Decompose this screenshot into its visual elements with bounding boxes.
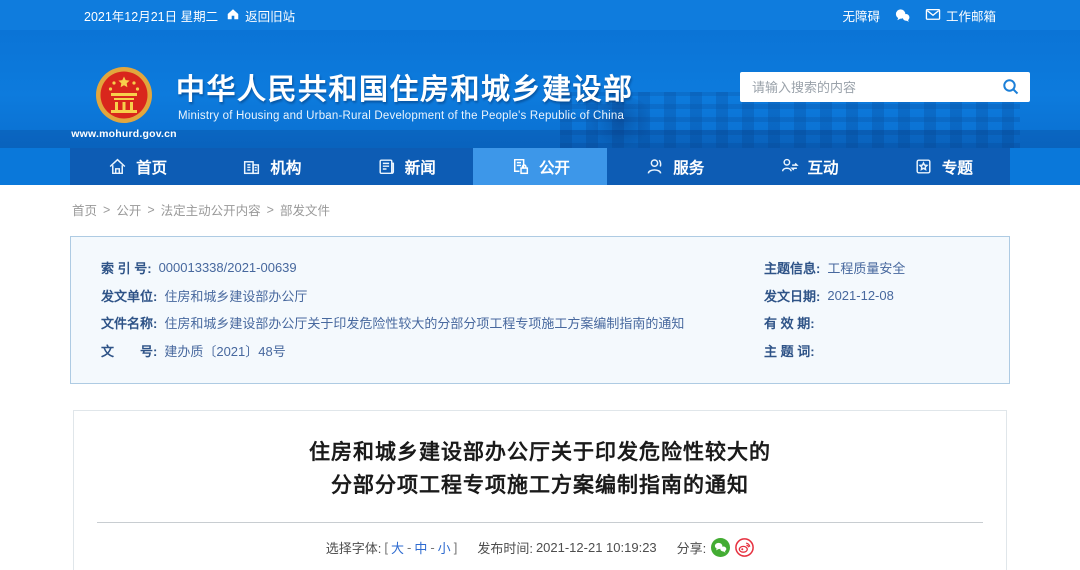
article-title-line2: 分部分项工程专项施工方案编制指南的通知 <box>331 474 749 497</box>
site-title: 中华人民共和国住房和城乡建设部 <box>176 74 634 106</box>
disclosure-icon <box>510 156 531 177</box>
info-row-issue-date: 发文日期: 2021-12-08 <box>764 287 894 304</box>
accessibility-link[interactable]: 无障碍 <box>842 6 880 25</box>
back-to-old-site-link[interactable]: 返回旧站 <box>226 6 295 25</box>
main-nav-strip: 首页 机构 新闻 公开 服务 互动 专题 <box>0 148 1080 185</box>
info-row-document-name: 文件名称: 住房和城乡建设部办公厅关于印发危险性较大的分部分项工程专项施工方案编… <box>101 316 685 332</box>
main-nav: 首页 机构 新闻 公开 服务 互动 专题 <box>70 148 1010 185</box>
nav-item-interact[interactable]: 互动 <box>741 148 875 185</box>
nav-item-organization[interactable]: 机构 <box>204 148 338 185</box>
breadcrumb-statutory-content[interactable]: 法定主动公开内容 <box>161 200 261 219</box>
search-icon[interactable] <box>1000 76 1022 98</box>
share-bar: 分享: <box>677 538 755 557</box>
topics-icon <box>913 156 934 177</box>
font-size-medium-link[interactable]: 中 <box>414 538 427 557</box>
site-header: www.mohurd.gov.cn 中华人民共和国住房和城乡建设部 Minist… <box>0 30 1080 148</box>
title-divider <box>97 522 983 523</box>
work-mail-link[interactable]: 工作邮箱 <box>925 6 996 25</box>
article-title: 住房和城乡建设部办公厅关于印发危险性较大的 分部分项工程专项施工方案编制指南的通… <box>74 436 1006 502</box>
info-row-validity-period: 有 效 期: <box>764 316 815 332</box>
wechat-icon[interactable] <box>894 8 911 23</box>
organization-icon <box>241 156 262 177</box>
breadcrumb-disclosure[interactable]: 公开 <box>116 200 141 219</box>
mail-icon <box>925 7 941 24</box>
breadcrumb-home[interactable]: 首页 <box>72 200 97 219</box>
info-row-index-number: 索 引 号: 000013338/2021-00639 <box>101 260 297 277</box>
article-meta-bar: 选择字体: [ 大 - 中 - 小 ] 发布时间: 2021-12-21 10:… <box>74 538 1006 557</box>
nav-item-home[interactable]: 首页 <box>70 148 204 185</box>
info-row-document-number: 文 号: 建办质〔2021〕48号 <box>101 343 286 359</box>
interact-icon <box>779 156 800 177</box>
breadcrumb: 首页 > 公开 > 法定主动公开内容 > 部发文件 <box>72 200 330 219</box>
article-title-line1: 住房和城乡建设部办公厅关于印发危险性较大的 <box>309 441 771 464</box>
document-info-left-column: 索 引 号: 000013338/2021-00639 发文单位: 住房和城乡建… <box>101 254 721 364</box>
national-emblem-logo[interactable] <box>95 66 153 124</box>
publish-time: 发布时间: 2021-12-21 10:19:23 <box>477 540 657 556</box>
home-icon <box>226 7 240 24</box>
wechat-share-icon[interactable] <box>711 538 731 557</box>
font-size-small-link[interactable]: 小 <box>438 538 451 557</box>
nav-item-news[interactable]: 新闻 <box>339 148 473 185</box>
info-row-topic-info: 主题信息: 工程质量安全 <box>764 261 906 277</box>
site-url: www.mohurd.gov.cn <box>71 128 177 140</box>
news-icon <box>376 156 397 177</box>
current-date: 2021年12月21日 星期二 <box>84 9 219 24</box>
document-info-box: 索 引 号: 000013338/2021-00639 发文单位: 住房和城乡建… <box>70 236 1010 384</box>
font-size-selector: 选择字体: [ 大 - 中 - 小 ] <box>325 538 458 557</box>
search-input[interactable] <box>752 79 1000 95</box>
nav-item-service[interactable]: 服务 <box>607 148 741 185</box>
service-icon <box>644 156 665 177</box>
home-icon <box>107 156 128 177</box>
weibo-share-icon[interactable] <box>735 538 755 557</box>
article-card: 住房和城乡建设部办公厅关于印发危险性较大的 分部分项工程专项施工方案编制指南的通… <box>73 410 1007 570</box>
nav-item-topics[interactable]: 专题 <box>876 148 1010 185</box>
top-utility-bar: 2021年12月21日 星期二 返回旧站 无障碍 工作邮箱 <box>0 0 1080 30</box>
document-info-right-column: 主题信息: 工程质量安全 发文日期: 2021-12-08 有 效 期: 主 题… <box>764 254 994 364</box>
info-row-issuing-unit: 发文单位: 住房和城乡建设部办公厅 <box>101 288 308 304</box>
page: 2021年12月21日 星期二 返回旧站 无障碍 工作邮箱 www.mohurd… <box>0 0 1080 570</box>
breadcrumb-ministry-documents[interactable]: 部发文件 <box>280 200 330 219</box>
info-row-subject-terms: 主 题 词: <box>764 343 815 359</box>
nav-item-disclosure[interactable]: 公开 <box>472 148 608 185</box>
search-box <box>740 72 1030 102</box>
font-size-large-link[interactable]: 大 <box>391 538 404 557</box>
site-subtitle: Ministry of Housing and Urban-Rural Deve… <box>178 110 625 122</box>
